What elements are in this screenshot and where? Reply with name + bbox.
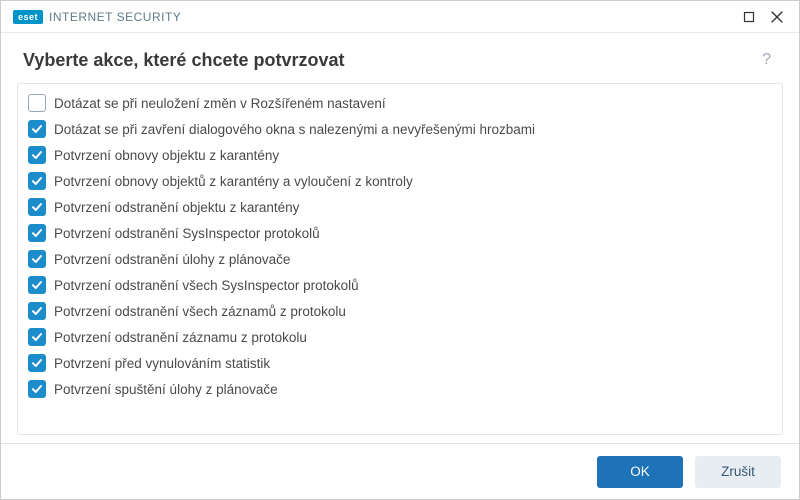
option-row[interactable]: Potvrzení odstranění SysInspector protok… xyxy=(22,220,772,246)
option-row[interactable]: Dotázat se při zavření dialogového okna … xyxy=(22,116,772,142)
option-label: Potvrzení spuštění úlohy z plánovače xyxy=(54,382,278,397)
titlebar: eset INTERNET SECURITY xyxy=(1,1,799,33)
checkbox[interactable] xyxy=(28,328,46,346)
checkbox[interactable] xyxy=(28,250,46,268)
option-row[interactable]: Potvrzení spuštění úlohy z plánovače xyxy=(22,376,772,402)
checkbox[interactable] xyxy=(28,172,46,190)
options-panel: Dotázat se při neuložení změn v Rozšířen… xyxy=(17,83,783,435)
option-label: Potvrzení odstranění úlohy z plánovače xyxy=(54,252,290,267)
checkbox[interactable] xyxy=(28,146,46,164)
checkbox[interactable] xyxy=(28,302,46,320)
options-list[interactable]: Dotázat se při neuložení změn v Rozšířen… xyxy=(18,84,782,434)
close-button[interactable] xyxy=(763,3,791,31)
brand: eset INTERNET SECURITY xyxy=(13,10,181,24)
checkbox[interactable] xyxy=(28,224,46,242)
option-label: Potvrzení obnovy objektu z karantény xyxy=(54,148,279,163)
option-row[interactable]: Potvrzení odstranění všech SysInspector … xyxy=(22,272,772,298)
checkbox[interactable] xyxy=(28,120,46,138)
option-label: Potvrzení před vynulováním statistik xyxy=(54,356,270,371)
ok-button[interactable]: OK xyxy=(597,456,683,488)
checkbox[interactable] xyxy=(28,198,46,216)
maximize-button[interactable] xyxy=(735,3,763,31)
checkbox[interactable] xyxy=(28,380,46,398)
option-label: Potvrzení odstranění všech SysInspector … xyxy=(54,278,359,293)
option-label: Potvrzení odstranění SysInspector protok… xyxy=(54,226,320,241)
brand-text: INTERNET SECURITY xyxy=(49,10,181,24)
option-row[interactable]: Potvrzení odstranění objektu z karantény xyxy=(22,194,772,220)
help-button[interactable]: ? xyxy=(756,47,777,73)
option-label: Potvrzení odstranění všech záznamů z pro… xyxy=(54,304,346,319)
option-label: Potvrzení odstranění objektu z karantény xyxy=(54,200,299,215)
footer: OK Zrušit xyxy=(1,443,799,499)
option-row[interactable]: Potvrzení obnovy objektů z karantény a v… xyxy=(22,168,772,194)
option-label: Potvrzení obnovy objektů z karantény a v… xyxy=(54,174,413,189)
option-row[interactable]: Potvrzení obnovy objektu z karantény xyxy=(22,142,772,168)
dialog-window: eset INTERNET SECURITY Vyberte akce, kte… xyxy=(0,0,800,500)
checkbox[interactable] xyxy=(28,354,46,372)
option-row[interactable]: Potvrzení odstranění všech záznamů z pro… xyxy=(22,298,772,324)
header: Vyberte akce, které chcete potvrzovat ? xyxy=(1,33,799,83)
option-row[interactable]: Potvrzení odstranění úlohy z plánovače xyxy=(22,246,772,272)
option-label: Potvrzení odstranění záznamu z protokolu xyxy=(54,330,307,345)
option-label: Dotázat se při neuložení změn v Rozšířen… xyxy=(54,96,386,111)
option-row[interactable]: Potvrzení odstranění záznamu z protokolu xyxy=(22,324,772,350)
option-row[interactable]: Dotázat se při neuložení změn v Rozšířen… xyxy=(22,90,772,116)
option-row[interactable]: Potvrzení před vynulováním statistik xyxy=(22,350,772,376)
cancel-button[interactable]: Zrušit xyxy=(695,456,781,488)
page-title: Vyberte akce, které chcete potvrzovat xyxy=(23,50,345,71)
checkbox[interactable] xyxy=(28,276,46,294)
brand-badge: eset xyxy=(13,10,43,24)
option-label: Dotázat se při zavření dialogového okna … xyxy=(54,122,535,137)
checkbox[interactable] xyxy=(28,94,46,112)
